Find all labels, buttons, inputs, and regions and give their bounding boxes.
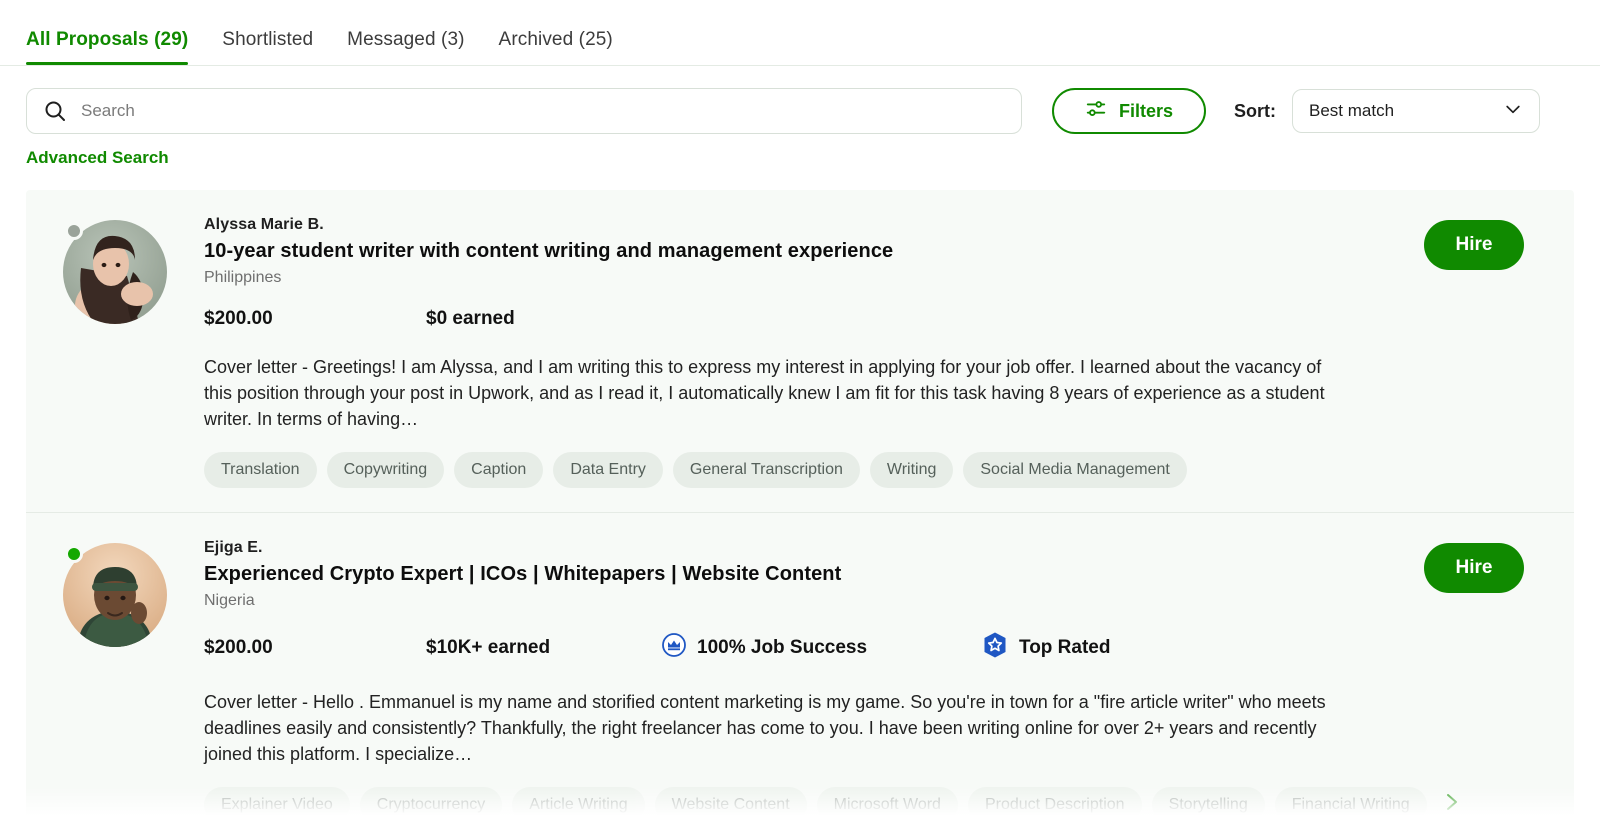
tab-label: Messaged (3) (347, 29, 465, 50)
cover-letter: Cover letter - Greetings! I am Alyssa, a… (204, 357, 1325, 429)
tab-label: All Proposals (29) (26, 29, 189, 50)
job-success-label: 100% Job Success (697, 637, 868, 658)
skill-tag[interactable]: Translation (204, 452, 317, 488)
skill-tags: Explainer Video Cryptocurrency Article W… (204, 787, 1457, 821)
advanced-search-link[interactable]: Advanced Search (26, 148, 169, 168)
bid-amount: $200.00 (204, 637, 273, 658)
proposal-stats: $200.00 $10K+ earned 100% Job Success To… (204, 631, 1344, 665)
job-success-stat: 100% Job Success (661, 632, 981, 664)
hire-container: Hire (1374, 216, 1574, 488)
freelancer-name[interactable]: Alyssa Marie B. (204, 216, 1344, 234)
tab-messaged[interactable]: Messaged (3) (347, 29, 486, 65)
hire-button[interactable]: Hire (1424, 543, 1524, 593)
total-earned: $0 earned (426, 308, 515, 329)
top-rated-label: Top Rated (1019, 637, 1111, 658)
skill-tag[interactable]: Explainer Video (204, 787, 350, 821)
total-earned: $10K+ earned (426, 637, 551, 658)
skill-tag[interactable]: Caption (454, 452, 544, 488)
avatar[interactable] (63, 220, 167, 324)
top-rated-icon (981, 631, 1009, 665)
job-success-icon (661, 632, 687, 664)
freelancer-location: Philippines (204, 269, 282, 286)
skill-tag[interactable]: Cryptocurrency (359, 787, 503, 821)
proposals-list: Alyssa Marie B. 10-year student writer w… (26, 190, 1574, 821)
skill-tag[interactable]: Copywriting (326, 452, 445, 488)
hire-container: Hire (1374, 539, 1574, 821)
tab-shortlisted[interactable]: Shortlisted (222, 29, 335, 65)
skill-tag[interactable]: Data Entry (553, 452, 663, 488)
skill-tag[interactable]: Social Media Management (963, 452, 1187, 488)
freelancer-location: Nigeria (204, 592, 255, 609)
skill-tag[interactable]: Writing (869, 452, 954, 488)
search-box[interactable] (26, 88, 1022, 134)
skill-tag[interactable]: Product Description (967, 787, 1142, 821)
freelancer-title: 10-year student writer with content writ… (204, 240, 894, 262)
tab-all-proposals[interactable]: All Proposals (29) (26, 29, 210, 65)
avatar-container (26, 539, 204, 821)
proposals-page: All Proposals (29) Shortlisted Messaged … (0, 0, 1600, 821)
search-input[interactable] (81, 89, 1005, 133)
sort-select[interactable]: Best match (1292, 89, 1540, 133)
freelancer-title: Experienced Crypto Expert | ICOs | White… (204, 563, 842, 585)
filters-label: Filters (1118, 100, 1174, 121)
skill-tag[interactable]: Microsoft Word (816, 787, 958, 821)
proposal-tabs: All Proposals (29) Shortlisted Messaged … (0, 0, 1600, 66)
search-toolbar: Filters Sort: Best match (0, 66, 1600, 134)
status-dot-online (65, 545, 83, 563)
tab-archived[interactable]: Archived (25) (499, 29, 635, 65)
sort-value: Best match (1309, 101, 1395, 120)
proposal-card[interactable]: Alyssa Marie B. 10-year student writer w… (26, 190, 1574, 512)
avatar-container (26, 216, 204, 488)
status-dot-offline (65, 222, 83, 240)
proposal-body: Alyssa Marie B. 10-year student writer w… (204, 216, 1374, 488)
tab-label: Archived (25) (498, 29, 613, 50)
bid-amount: $200.00 (204, 308, 273, 329)
cover-letter: Cover letter - Hello . Emmanuel is my na… (204, 692, 1326, 764)
top-rated-stat: Top Rated (981, 631, 1110, 665)
skill-tag[interactable]: Article Writing (512, 787, 645, 821)
search-icon (43, 99, 67, 123)
freelancer-name[interactable]: Ejiga E. (204, 539, 1344, 557)
skill-tag[interactable]: Website Content (654, 787, 807, 821)
skill-tag[interactable]: Storytelling (1151, 787, 1265, 821)
avatar[interactable] (63, 543, 167, 647)
filters-button[interactable]: Filters (1052, 88, 1206, 134)
sliders-icon (1085, 98, 1107, 125)
proposal-card[interactable]: Ejiga E. Experienced Crypto Expert | ICO… (26, 512, 1574, 821)
hire-button[interactable]: Hire (1424, 220, 1524, 270)
skill-tag[interactable]: General Transcription (672, 452, 860, 488)
skill-tags: Translation Copywriting Caption Data Ent… (204, 452, 1344, 488)
chevron-down-icon (1503, 99, 1523, 124)
skill-tag[interactable]: Financial Writing (1274, 787, 1427, 821)
sort-label: Sort: (1234, 100, 1276, 121)
proposal-body: Ejiga E. Experienced Crypto Expert | ICO… (204, 539, 1457, 821)
proposal-stats: $200.00 $0 earned (204, 308, 1344, 330)
tab-label: Shortlisted (222, 29, 314, 50)
